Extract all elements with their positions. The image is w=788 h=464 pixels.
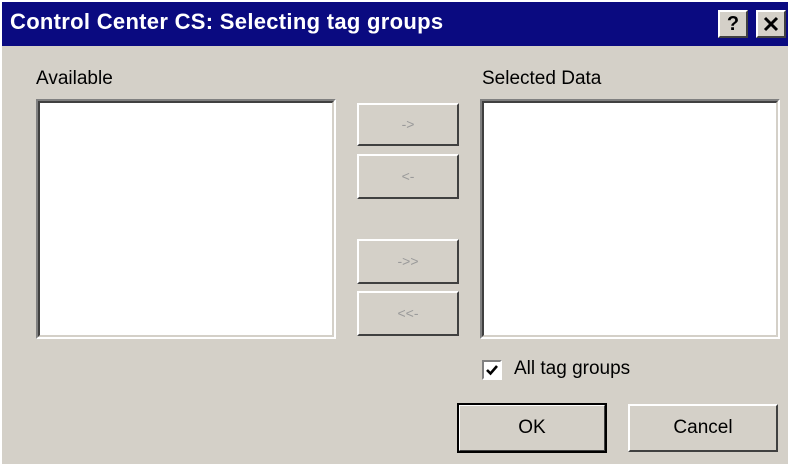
title-bar[interactable]: Control Center CS: Selecting tag groups … <box>2 2 788 46</box>
all-tag-groups-checkbox[interactable] <box>482 360 502 380</box>
checkmark-icon <box>486 365 498 376</box>
close-button[interactable] <box>756 10 786 38</box>
window-title: Control Center CS: Selecting tag groups <box>10 9 444 34</box>
add-all-button[interactable]: ->> <box>357 239 459 284</box>
available-label: Available <box>36 68 113 89</box>
available-listbox[interactable] <box>36 99 336 339</box>
selected-data-label: Selected Data <box>482 68 602 89</box>
close-icon <box>763 16 779 32</box>
remove-button[interactable]: <- <box>357 154 459 199</box>
remove-all-button[interactable]: <<- <box>357 291 459 336</box>
ok-button[interactable]: OK <box>457 403 607 453</box>
cancel-button[interactable]: Cancel <box>628 404 778 452</box>
selected-data-listbox[interactable] <box>480 99 780 339</box>
help-button[interactable]: ? <box>718 10 748 38</box>
all-tag-groups-label[interactable]: All tag groups <box>514 358 630 380</box>
dialog-window: Control Center CS: Selecting tag groups … <box>0 0 788 464</box>
add-button[interactable]: -> <box>357 103 459 146</box>
